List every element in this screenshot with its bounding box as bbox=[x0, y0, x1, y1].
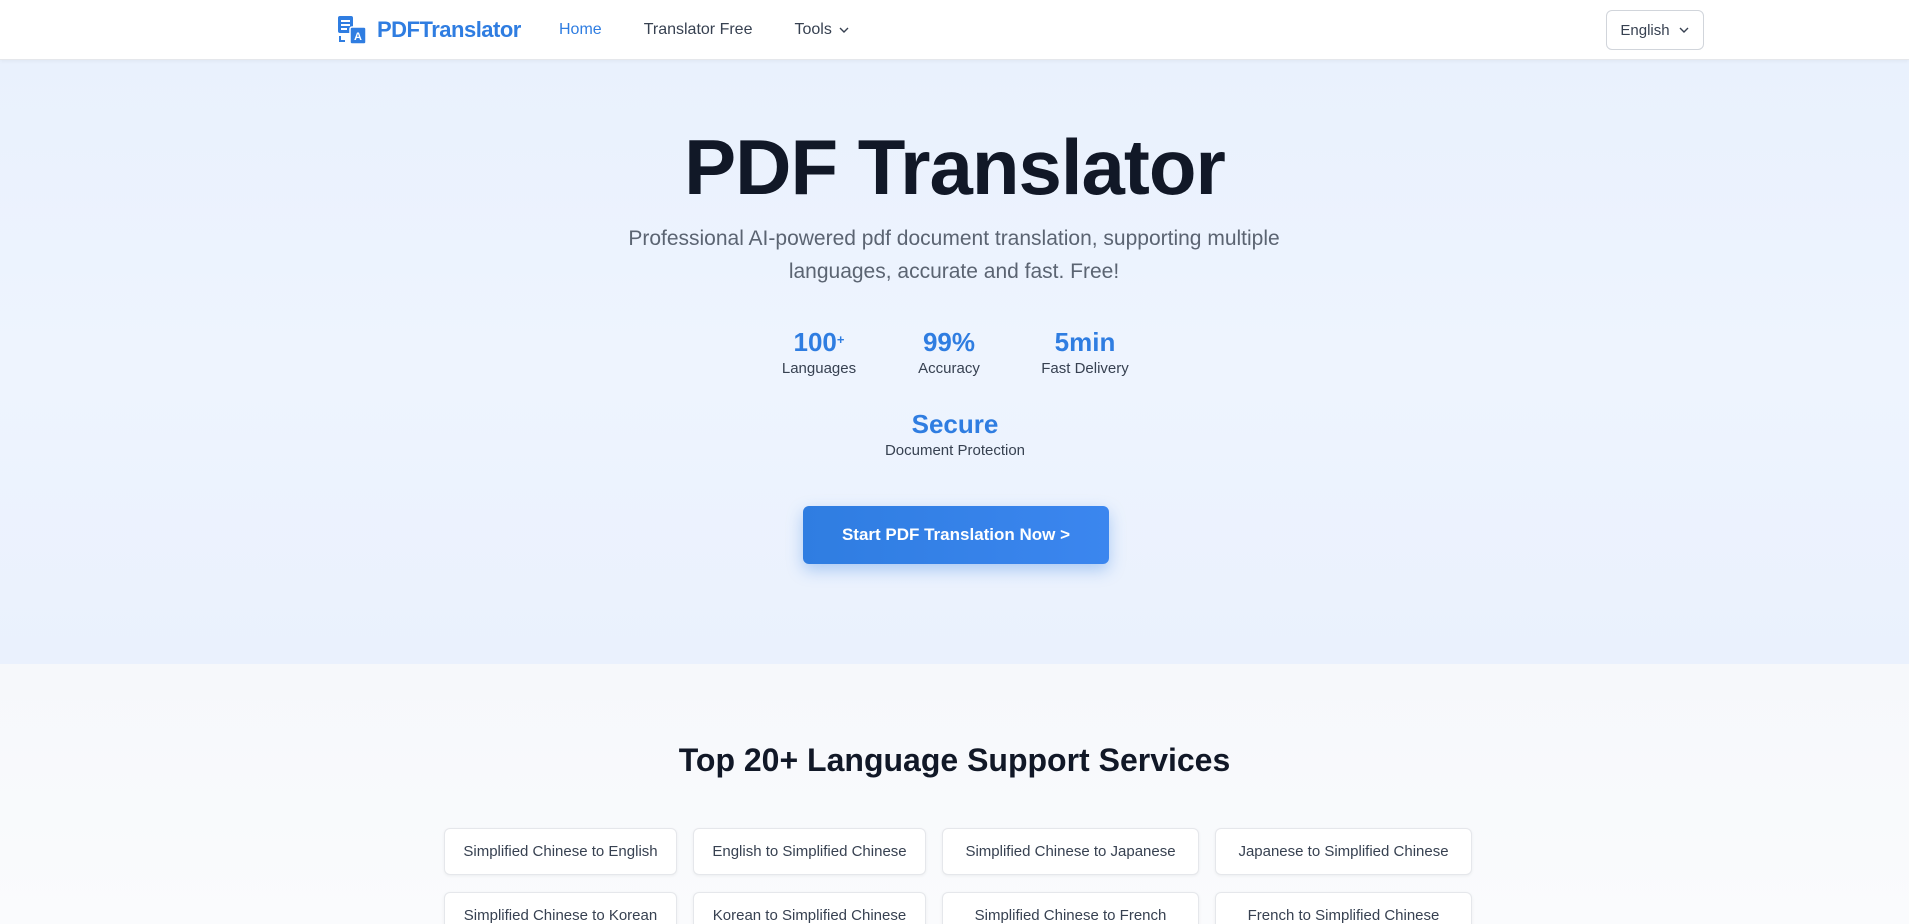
svg-text:A: A bbox=[354, 31, 362, 43]
nav-home[interactable]: Home bbox=[559, 21, 602, 39]
service-item[interactable]: Simplified Chinese to French bbox=[942, 892, 1199, 924]
stat-label: Fast Delivery bbox=[1041, 360, 1129, 377]
main-nav: Home Translator Free Tools bbox=[559, 0, 892, 60]
services-title: Top 20+ Language Support Services bbox=[678, 742, 1231, 778]
start-translation-button[interactable]: Start PDF Translation Now > bbox=[803, 506, 1109, 564]
stat-value: Secure bbox=[911, 409, 999, 439]
translate-document-icon: A bbox=[336, 14, 368, 46]
service-item[interactable]: Simplified Chinese to Japanese bbox=[942, 828, 1199, 875]
service-item[interactable]: Simplified Chinese to English bbox=[444, 828, 677, 875]
logo-link[interactable]: A PDFTranslator bbox=[336, 14, 521, 46]
stat-languages: 100+ Languages bbox=[769, 326, 869, 377]
service-item[interactable]: Japanese to Simplified Chinese bbox=[1215, 828, 1472, 875]
service-item[interactable]: Simplified Chinese to Korean bbox=[444, 892, 677, 924]
logo-text: PDFTranslator bbox=[377, 17, 521, 42]
service-item[interactable]: English to Simplified Chinese bbox=[693, 828, 926, 875]
nav-tools-label: Tools bbox=[794, 21, 832, 38]
hero-section: PDF Translator Professional AI-powered p… bbox=[0, 60, 1909, 664]
stat-value: 100+ bbox=[793, 327, 845, 357]
stat-secure: Secure Document Protection bbox=[874, 408, 1036, 459]
stat-value: 5min bbox=[1054, 327, 1116, 357]
stat-label: Document Protection bbox=[884, 442, 1026, 459]
chevron-down-icon bbox=[1679, 27, 1689, 33]
service-item[interactable]: Korean to Simplified Chinese bbox=[693, 892, 926, 924]
language-select[interactable]: English bbox=[1606, 10, 1704, 50]
nav-tools[interactable]: Tools bbox=[794, 21, 849, 39]
chevron-down-icon bbox=[839, 27, 849, 33]
stat-label: Accuracy bbox=[918, 360, 980, 377]
stat-value: 99% bbox=[922, 327, 976, 357]
language-select-value: English bbox=[1620, 21, 1670, 39]
stat-fast-delivery: 5min Fast Delivery bbox=[1030, 326, 1140, 377]
stat-label: Languages bbox=[781, 360, 857, 377]
hero-subtitle: Professional AI-powered pdf document tra… bbox=[628, 227, 1280, 283]
service-item[interactable]: French to Simplified Chinese bbox=[1215, 892, 1472, 924]
nav-translator-free[interactable]: Translator Free bbox=[644, 21, 753, 39]
language-services-section: Top 20+ Language Support Services Simpli… bbox=[0, 664, 1909, 924]
hero-title: PDF Translator bbox=[684, 123, 1226, 211]
top-navbar: A PDFTranslator Home Translator Free Too… bbox=[0, 0, 1909, 60]
stat-accuracy: 99% Accuracy bbox=[899, 326, 999, 377]
